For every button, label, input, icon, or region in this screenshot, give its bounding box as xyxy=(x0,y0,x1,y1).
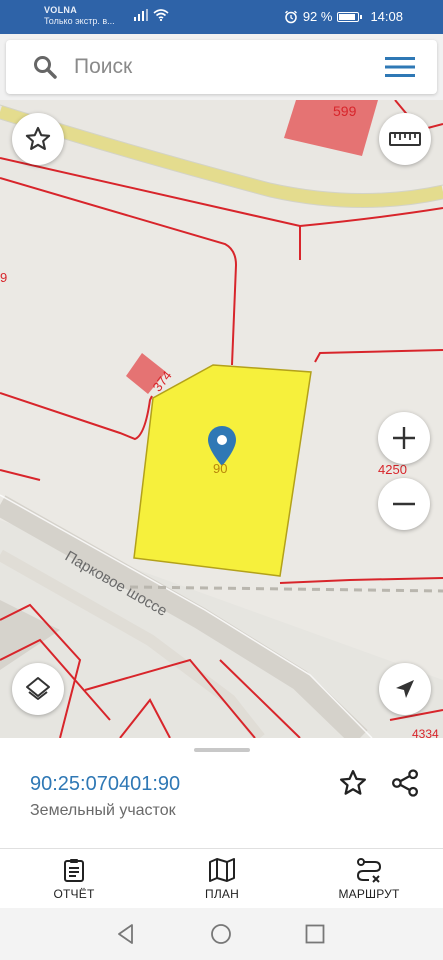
zoom-out-button[interactable] xyxy=(378,478,430,530)
alarm-icon xyxy=(284,10,297,23)
status-right: 92 % 14:08 xyxy=(284,9,403,24)
star-icon xyxy=(25,126,51,150)
sheet-drag-handle[interactable] xyxy=(194,748,250,752)
ruler-icon xyxy=(389,132,421,146)
nav-report-label: ОТЧЁТ xyxy=(53,887,95,901)
search-icon[interactable] xyxy=(32,54,58,80)
map-view[interactable]: 599 374 90 4250 4334 9 Парковое шоссе xyxy=(0,100,443,738)
cadastral-number[interactable]: 90:25:070401:90 xyxy=(30,773,180,796)
search-input[interactable] xyxy=(74,50,374,84)
status-bar: VOLNA Только экстр. в... 92 % 14:08 xyxy=(0,0,443,34)
navigation-arrow-icon xyxy=(396,680,414,698)
search-bar xyxy=(6,40,437,94)
carrier-note: Только экстр. в... xyxy=(44,16,115,26)
minus-icon xyxy=(393,502,415,506)
nav-route-label: МАРШРУТ xyxy=(338,887,400,901)
map-icon xyxy=(209,858,235,882)
recents-icon[interactable] xyxy=(303,922,327,946)
plus-icon xyxy=(393,427,415,449)
bottom-navigation: ОТЧЁТ ПЛАН МАРШРУТ xyxy=(0,848,443,908)
signal-icon xyxy=(134,9,148,21)
parcel-label-599: 599 xyxy=(333,103,357,119)
route-icon xyxy=(356,858,382,883)
nav-plan-label: ПЛАН xyxy=(205,887,239,901)
nav-plan[interactable]: ПЛАН xyxy=(172,855,272,905)
clock: 14:08 xyxy=(370,9,403,24)
layers-button[interactable] xyxy=(12,663,64,715)
parcel-label-edge: 9 xyxy=(0,270,7,285)
nav-route[interactable]: МАРШРУТ xyxy=(319,855,419,905)
my-location-button[interactable] xyxy=(379,663,431,715)
parcel-label-4250: 4250 xyxy=(378,462,407,477)
carrier-name: VOLNA xyxy=(44,5,77,15)
signal-indicators xyxy=(134,9,169,21)
search-area xyxy=(0,34,443,100)
parcel-label-90: 90 xyxy=(213,461,227,476)
clipboard-icon xyxy=(64,859,84,882)
menu-icon[interactable] xyxy=(385,56,415,78)
star-icon[interactable] xyxy=(338,768,368,798)
battery-icon xyxy=(337,11,363,22)
home-icon[interactable] xyxy=(209,922,233,946)
layers-icon xyxy=(26,677,50,700)
share-icon[interactable] xyxy=(390,768,420,798)
system-navigation-bar xyxy=(0,908,443,960)
parcel-info-sheet: 90:25:070401:90 Земельный участок xyxy=(0,738,443,848)
battery-percent: 92 % xyxy=(302,9,333,24)
map-canvas[interactable]: 599 374 90 4250 4334 9 Парковое шоссе xyxy=(0,100,443,738)
ruler-button[interactable] xyxy=(379,113,431,165)
back-icon[interactable] xyxy=(114,922,138,946)
carrier-info: VOLNA Только экстр. в... xyxy=(44,5,115,27)
parcel-type: Земельный участок xyxy=(30,802,176,819)
zoom-in-button[interactable] xyxy=(378,412,430,464)
nav-report[interactable]: ОТЧЁТ xyxy=(24,855,124,905)
favorite-map-button[interactable] xyxy=(12,113,64,165)
wifi-icon xyxy=(153,9,169,21)
parcel-label-4334: 4334 xyxy=(412,727,439,738)
